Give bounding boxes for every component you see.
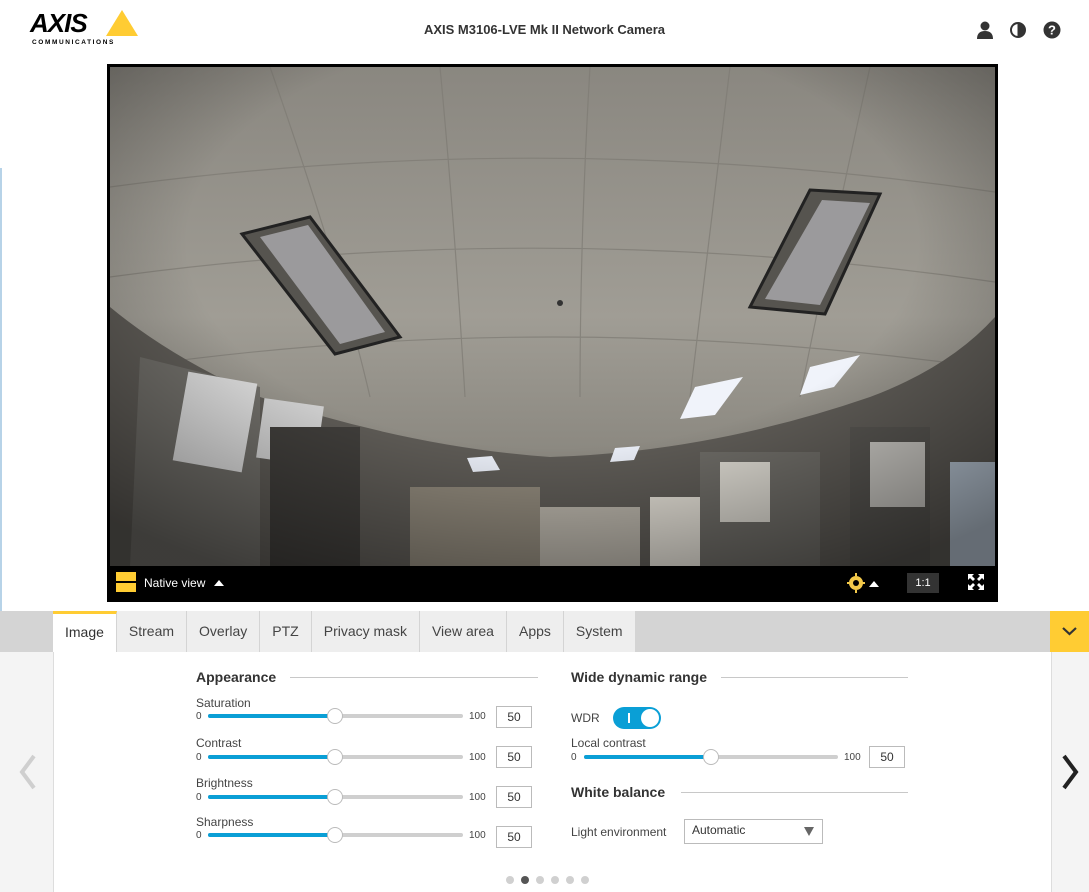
local-contrast-value-input[interactable]: 50 [869,746,905,768]
sharpness-max: 100 [469,830,486,841]
prev-page-arrow-icon[interactable] [18,752,38,797]
light-environment-select[interactable]: Automatic [684,819,823,844]
tab-apps[interactable]: Apps [507,611,564,652]
light-environment-label: Light environment [571,825,667,839]
local-contrast-min: 0 [571,752,577,763]
tab-view-area[interactable]: View area [420,611,507,652]
video-toolbar: Native view 1:1 [110,566,995,599]
page-dot[interactable] [506,876,514,884]
tab-privacy-mask[interactable]: Privacy mask [312,611,420,652]
wdr-label: WDR [571,711,600,725]
header: AXIS COMMUNICATIONS AXIS M3106-LVE Mk II… [0,0,1089,50]
brightness-slider[interactable] [208,789,463,805]
page-dot[interactable] [581,876,589,884]
white-balance-divider [681,792,908,793]
light-environment-value: Automatic [692,823,746,837]
image-settings-panel [53,652,1052,892]
local-contrast-max: 100 [844,752,861,763]
tab-system[interactable]: System [564,611,636,652]
saturation-value-input[interactable]: 50 [496,706,532,728]
view-mode-icon[interactable] [116,572,136,592]
contrast-value-input[interactable]: 50 [496,746,532,768]
native-view-label: Native view [144,576,206,590]
contrast-icon[interactable] [1008,20,1028,40]
collapse-panel-button[interactable] [1050,611,1089,652]
contrast-min: 0 [196,752,202,763]
brightness-min: 0 [196,792,202,803]
native-view-button[interactable]: Native view [144,576,225,590]
tab-overlay[interactable]: Overlay [187,611,261,652]
brightness-slider-handle[interactable] [327,789,343,805]
settings-tab-bar: Image Stream Overlay PTZ Privacy mask Vi… [0,611,1089,652]
zoom-label: 1:1 [915,577,931,589]
sharpness-slider[interactable] [208,827,463,843]
logo-subtext: COMMUNICATIONS [32,39,115,46]
chevron-down-icon [1062,627,1077,636]
page-dot[interactable] [551,876,559,884]
contrast-label: Contrast [196,736,242,750]
brightness-max: 100 [469,792,486,803]
local-contrast-slider-handle[interactable] [703,749,719,765]
saturation-slider[interactable] [208,708,463,724]
help-icon[interactable]: ? [1042,20,1062,40]
contrast-slider-handle[interactable] [327,749,343,765]
brightness-value-input[interactable]: 50 [496,786,532,808]
tab-list: Image Stream Overlay PTZ Privacy mask Vi… [53,611,636,652]
local-contrast-slider[interactable] [584,749,838,765]
appearance-divider [290,677,538,678]
tab-ptz[interactable]: PTZ [260,611,312,652]
sharpness-label: Sharpness [196,815,254,829]
contrast-slider[interactable] [208,749,463,765]
appearance-title: Appearance [196,669,277,685]
brightness-label: Brightness [196,776,253,790]
page-indicator [506,876,589,884]
saturation-min: 0 [196,711,202,722]
image-settings-icon[interactable] [847,572,883,594]
next-page-arrow-icon[interactable] [1060,752,1080,797]
caret-up-icon [213,580,224,586]
wdr-toggle[interactable] [613,707,661,729]
page-dot[interactable] [536,876,544,884]
page-dot-active[interactable] [521,876,529,884]
sharpness-value-input[interactable]: 50 [496,826,532,848]
wdr-divider [721,677,908,678]
svg-text:?: ? [1048,23,1056,38]
white-balance-title: White balance [571,784,666,800]
saturation-max: 100 [469,711,486,722]
local-contrast-label: Local contrast [571,736,646,750]
contrast-max: 100 [469,752,486,763]
dropdown-arrow-icon [804,827,814,836]
page-title: AXIS M3106-LVE Mk II Network Camera [423,22,666,37]
wdr-title: Wide dynamic range [571,669,708,685]
fullscreen-icon[interactable] [967,573,985,591]
page-dot[interactable] [566,876,574,884]
video-player[interactable]: Native view 1:1 [107,64,998,602]
sharpness-slider-handle[interactable] [327,827,343,843]
camera-feed-image [110,67,995,566]
saturation-label: Saturation [196,696,251,710]
saturation-slider-handle[interactable] [327,708,343,724]
tab-image[interactable]: Image [53,611,117,652]
zoom-1to1-button[interactable]: 1:1 [907,573,939,593]
user-icon[interactable] [975,20,995,40]
tab-stream[interactable]: Stream [117,611,188,652]
sharpness-min: 0 [196,830,202,841]
